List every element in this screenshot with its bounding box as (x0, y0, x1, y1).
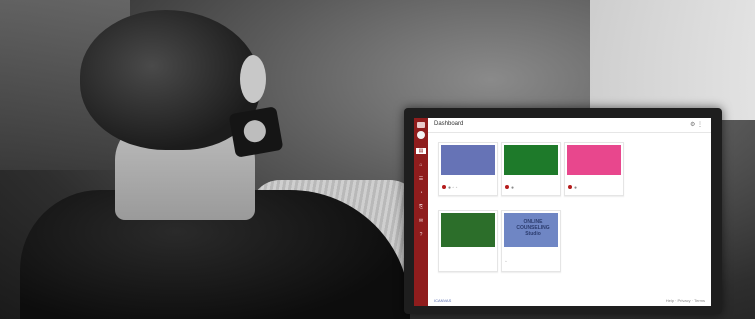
course-card[interactable]: ● (564, 142, 624, 196)
course-card[interactable]: ● ◦ ◦ (438, 142, 498, 196)
logo (417, 122, 425, 128)
person-ear (240, 55, 266, 103)
footer-left: ICANVAS (434, 298, 452, 303)
sidebar-item-label: ⌂ (419, 162, 423, 168)
sidebar-item-label: ◔ (419, 190, 423, 196)
sidebar-item-home[interactable]: ⌂ (416, 162, 426, 168)
course-card[interactable] (438, 210, 498, 272)
card-footer: ● (505, 185, 514, 191)
card-footer: ◦ (505, 259, 507, 265)
topbar: Dashboard ⚙ ⋮ (428, 118, 711, 133)
card-footer: ● ◦ ◦ (442, 185, 457, 191)
card-footer: ● (568, 185, 577, 191)
sidebar-item-dashboard[interactable]: ▤ (416, 148, 426, 154)
sidebar-item-help[interactable]: ? (416, 232, 426, 238)
card-image (567, 145, 621, 175)
sidebar-item-calendar[interactable]: ◔ (416, 190, 426, 196)
card-image (504, 145, 558, 175)
course-card[interactable]: ● (501, 142, 561, 196)
sidebar-item-files[interactable]: ⎘ (416, 204, 426, 210)
course-card[interactable]: ONLINE COUNSELING Studio ◦ (501, 210, 561, 272)
avatar[interactable] (417, 131, 425, 139)
screen: ▤ ⌂ ☰ ◔ ⎘ ✉ ? Dashboard ⚙ ⋮ ● ◦ ◦ ● ● ON… (414, 118, 711, 306)
sidebar-item-label: ✉ (418, 218, 424, 224)
window-light (590, 0, 755, 120)
card-title: ONLINE COUNSELING Studio (516, 219, 550, 237)
square-earring (228, 106, 284, 158)
sidebar-item-label: ▤ (418, 148, 424, 154)
settings-icon[interactable]: ⚙ ⋮ (690, 121, 703, 128)
monitor: ▤ ⌂ ☰ ◔ ⎘ ✉ ? Dashboard ⚙ ⋮ ● ◦ ◦ ● ● ON… (404, 108, 722, 314)
footer-links[interactable]: Help · Privacy · Terms (666, 298, 705, 303)
photo-scene: ▤ ⌂ ☰ ◔ ⎘ ✉ ? Dashboard ⚙ ⋮ ● ◦ ◦ ● ● ON… (0, 0, 755, 319)
sidebar-item-inbox[interactable]: ✉ (416, 218, 426, 224)
pin-icon (568, 185, 572, 189)
sidebar-item-label: ☰ (418, 176, 424, 182)
sidebar-item-label: ⎘ (418, 204, 423, 210)
sidebar: ▤ ⌂ ☰ ◔ ⎘ ✉ ? (414, 118, 428, 306)
sidebar-item-label: ? (419, 232, 423, 238)
card-image (441, 213, 495, 247)
card-image: ONLINE COUNSELING Studio (504, 213, 558, 247)
pin-icon (442, 185, 446, 189)
pin-icon (505, 185, 509, 189)
page-title: Dashboard (434, 121, 464, 127)
card-image (441, 145, 495, 175)
sidebar-item-courses[interactable]: ☰ (416, 176, 426, 182)
